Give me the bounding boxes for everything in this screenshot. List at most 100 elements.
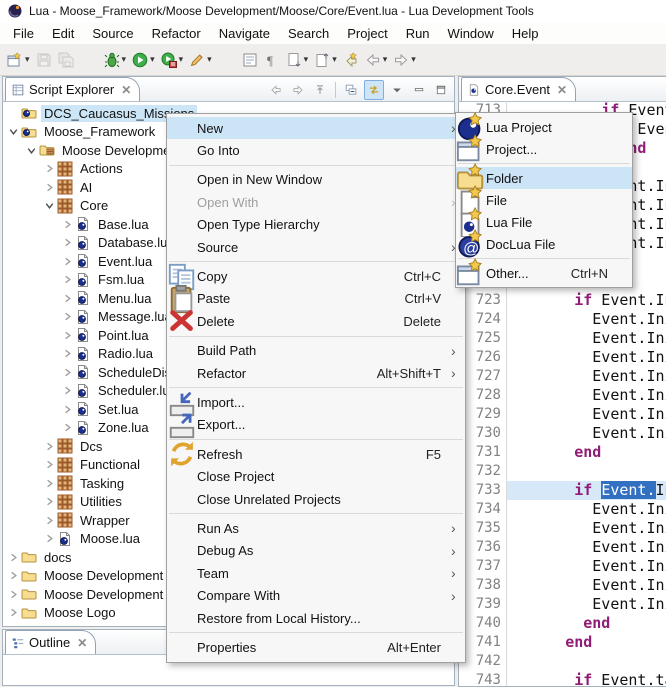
view-menu-button[interactable] — [388, 81, 406, 99]
code-line[interactable]: 734 Event.IniDCSGroupName = Event.IniDCS… — [459, 500, 666, 519]
code-line[interactable]: 738 Event.IniCategory = Event.IniDCSUnit… — [459, 576, 666, 595]
tree-expand-arrow-icon[interactable] — [42, 513, 57, 528]
toolbar-back-button[interactable]: ▾ — [363, 48, 390, 72]
context-menu-item-refactor[interactable]: RefactorAlt+Shift+T› — [167, 362, 465, 384]
code-line[interactable]: 728 Event.IniGroupName = Event.IniDCSGro… — [459, 386, 666, 405]
code-line[interactable]: 743 if Event.target then — [459, 671, 666, 686]
menubar-item-edit[interactable]: Edit — [43, 23, 83, 44]
menubar-item-navigate[interactable]: Navigate — [210, 23, 279, 44]
toolbar-last-edit-location-button[interactable] — [341, 48, 361, 72]
dropdown-caret-icon[interactable]: ▾ — [25, 54, 30, 65]
context-menu-item-open-with[interactable]: Open With› — [167, 191, 465, 213]
code-line[interactable]: 735 Event.IniGroupName = Event.IniDCSGro… — [459, 519, 666, 538]
tab-script-explorer[interactable]: Script Explorer ✕ — [5, 77, 140, 101]
minimize-button[interactable] — [410, 81, 428, 99]
context-menu-item-source[interactable]: Source› — [167, 236, 465, 258]
toolbar-next-annotation-button[interactable]: ▾ — [284, 48, 311, 72]
code-text[interactable] — [507, 652, 666, 671]
tree-expand-arrow-icon[interactable] — [42, 161, 57, 176]
menubar-item-file[interactable]: File — [4, 23, 43, 44]
back-button[interactable] — [267, 81, 285, 99]
code-text[interactable]: if Event.IniDCSGroup then — [507, 481, 666, 500]
context-menu-item-new[interactable]: New› — [167, 117, 465, 139]
context-menu-item-properties[interactable]: PropertiesAlt+Enter — [167, 636, 465, 658]
tree-expand-arrow-icon[interactable] — [60, 402, 75, 417]
tab-core-event[interactable]: Core.Event ✕ — [461, 77, 576, 101]
menubar-item-run[interactable]: Run — [397, 23, 439, 44]
collapse-all-button[interactable] — [342, 81, 360, 99]
code-text[interactable]: Event.IniGroupName = Event.IniDCSGroupNa… — [507, 386, 666, 405]
toolbar-run-button[interactable]: ▾ — [130, 48, 157, 72]
tree-expand-arrow-icon[interactable] — [60, 383, 75, 398]
toolbar-save-button[interactable] — [34, 48, 54, 72]
code-text[interactable]: Event.IniDCSGroupID = Event.IniDCSGroup:… — [507, 557, 666, 576]
code-line[interactable]: 739 Event.IniTypeName = Event.IniDCSUnit… — [459, 595, 666, 614]
context-menu-item-copy[interactable]: CopyCtrl+C — [167, 265, 465, 287]
context-menu-item-go-into[interactable]: Go Into — [167, 139, 465, 161]
menubar-item-search[interactable]: Search — [279, 23, 338, 44]
dropdown-caret-icon[interactable]: ▾ — [304, 54, 309, 65]
tree-expand-arrow-icon[interactable] — [60, 254, 75, 269]
tree-expand-arrow-icon[interactable] — [60, 309, 75, 324]
code-line[interactable]: 727 Event.IniDCSGroupName = Event.IniDCS… — [459, 367, 666, 386]
context-menu-item-delete[interactable]: DeleteDelete — [167, 310, 465, 332]
menubar-item-project[interactable]: Project — [338, 23, 396, 44]
tree-expand-arrow-icon[interactable] — [60, 420, 75, 435]
toolbar-new-wizard-button[interactable]: ▾ — [5, 48, 32, 72]
tree-expand-arrow-icon[interactable] — [60, 328, 75, 343]
toolbar-open-element-button[interactable] — [240, 48, 260, 72]
menubar-item-window[interactable]: Window — [439, 23, 503, 44]
tree-expand-arrow-icon[interactable] — [6, 605, 21, 620]
close-icon[interactable]: ✕ — [77, 636, 87, 650]
code-line[interactable]: 740 end — [459, 614, 666, 633]
tree-collapse-arrow-icon[interactable] — [24, 143, 39, 158]
context-menu-item-run-as[interactable]: Run As› — [167, 517, 465, 539]
menubar-item-source[interactable]: Source — [83, 23, 142, 44]
code-text[interactable]: Event.IniUnit = UNIT:FindByName( Event.I… — [507, 329, 666, 348]
tree-collapse-arrow-icon[interactable] — [6, 124, 21, 139]
code-line[interactable]: 725 Event.IniUnit = UNIT:FindByName( Eve… — [459, 329, 666, 348]
dropdown-caret-icon[interactable]: ▾ — [179, 54, 184, 65]
close-icon[interactable]: ✕ — [121, 83, 131, 97]
new-submenu-item-project[interactable]: Project... — [456, 138, 632, 160]
link-with-editor-button[interactable] — [364, 80, 384, 100]
code-line[interactable]: 741 end — [459, 633, 666, 652]
code-text[interactable]: Event.IniCategory = Event.IniDCSUnit:get… — [507, 576, 666, 595]
new-submenu-item-doclua-file[interactable]: @DocLua File — [456, 233, 632, 255]
code-line[interactable]: 742 — [459, 652, 666, 671]
code-text[interactable]: end — [507, 443, 666, 462]
context-menu-item-paste[interactable]: PasteCtrl+V — [167, 288, 465, 310]
toolbar-prev-annotation-button[interactable]: ▾ — [312, 48, 339, 72]
context-menu-item-export[interactable]: Export... — [167, 414, 465, 436]
code-text[interactable]: Event.IniGroupName = Event.IniDCSGroupNa… — [507, 519, 666, 538]
context-menu-item-close-unrelated-projects[interactable]: Close Unrelated Projects — [167, 488, 465, 510]
toolbar-profile-button[interactable]: ▾ — [159, 48, 186, 72]
context-menu-item-restore-from-local-history[interactable]: Restore from Local History... — [167, 607, 465, 629]
context-menu-item-build-path[interactable]: Build Path› — [167, 340, 465, 362]
tree-expand-arrow-icon[interactable] — [6, 624, 21, 626]
toolbar-mark-occurrences-button[interactable]: ¶ — [262, 48, 282, 72]
tree-expand-arrow-icon[interactable] — [42, 180, 57, 195]
dropdown-caret-icon[interactable]: ▾ — [332, 54, 337, 65]
toolbar-forward-button[interactable]: ▾ — [391, 48, 418, 72]
code-text[interactable]: Event.IniGroup = GROUP:FindByName( Event… — [507, 538, 666, 557]
code-text[interactable]: Event.IniDCSGroupName = Event.IniDCSGrou… — [507, 500, 666, 519]
context-menu-item-refresh[interactable]: RefreshF5 — [167, 443, 465, 465]
tree-expand-arrow-icon[interactable] — [6, 587, 21, 602]
code-text[interactable]: Event.IniPlayerName = Event.IniDCSUnit:g… — [507, 405, 666, 424]
tree-expand-arrow-icon[interactable] — [60, 291, 75, 306]
tree-expand-arrow-icon[interactable] — [42, 476, 57, 491]
dropdown-caret-icon[interactable]: ▾ — [383, 54, 388, 65]
forward-button[interactable] — [289, 81, 307, 99]
tree-expand-arrow-icon[interactable] — [60, 217, 75, 232]
code-text[interactable] — [507, 462, 666, 481]
context-menu-item-debug-as[interactable]: Debug As› — [167, 540, 465, 562]
tree-expand-arrow-icon[interactable] — [6, 550, 21, 565]
dropdown-caret-icon[interactable]: ▾ — [207, 54, 212, 65]
code-line[interactable]: 731 end — [459, 443, 666, 462]
toolbar-save-all-button[interactable] — [56, 48, 76, 72]
tree-expand-arrow-icon[interactable] — [60, 346, 75, 361]
context-menu-item-open-in-new-window[interactable]: Open in New Window — [167, 169, 465, 191]
code-line[interactable]: 736 Event.IniGroup = GROUP:FindByName( E… — [459, 538, 666, 557]
tree-collapse-arrow-icon[interactable] — [42, 198, 57, 213]
